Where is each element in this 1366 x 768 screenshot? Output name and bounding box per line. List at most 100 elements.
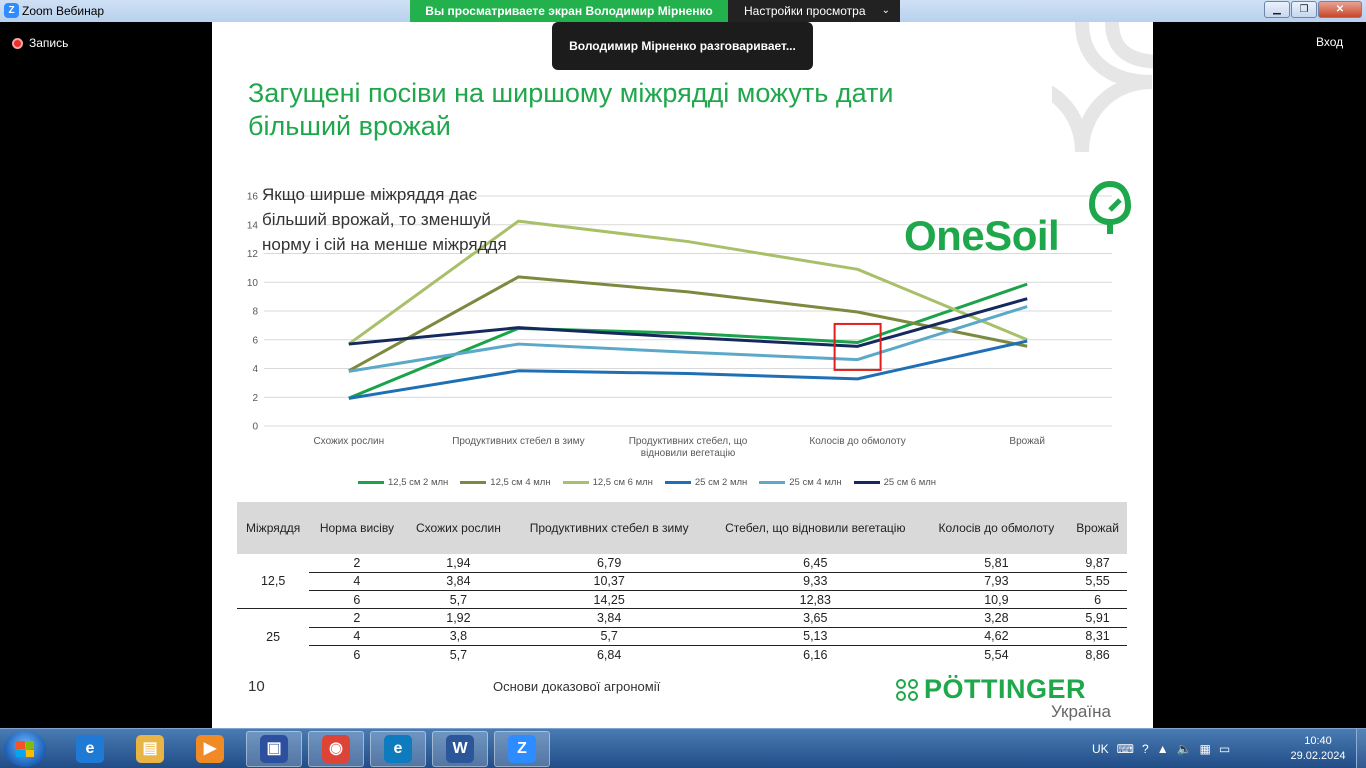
zoom-logo-icon: Z — [4, 3, 19, 18]
taskbar: e ▤ ▶ ▣ ◉ e W Z UK ⌨ ? ▲ 🔈 ▦ ▭ 10:40 29.02.2024 — [0, 728, 1366, 768]
table-header-row: Міжряддя Норма висіву Схожих рослин Продукт… — [237, 502, 1127, 554]
y-tick-label: 10 — [247, 278, 259, 289]
table-cell: 4,62 — [924, 627, 1069, 646]
close-button[interactable]: ✕ — [1318, 1, 1362, 18]
exit-button[interactable]: Вход — [1316, 35, 1343, 49]
taskbar-app-file-explorer[interactable]: ▤ — [122, 731, 178, 767]
action-center-icon[interactable]: ▭ — [1219, 742, 1230, 756]
language-indicator[interactable]: UK — [1092, 742, 1109, 756]
legend-item: 12,5 см 2 млн — [358, 475, 448, 489]
word-icon: W — [446, 735, 474, 763]
table-cell: 8,31 — [1068, 627, 1127, 646]
onesoil-leaf-icon — [1088, 181, 1132, 234]
edge-icon: e — [384, 735, 412, 763]
taskbar-app-save-disk[interactable]: ▣ — [246, 731, 302, 767]
y-tick-label: 8 — [252, 307, 258, 318]
table-cell: 5,13 — [706, 627, 925, 646]
legend-label: 12,5 см 4 млн — [490, 476, 551, 488]
legend-label: 12,5 см 6 млн — [592, 476, 653, 488]
page-number: 10 — [248, 678, 265, 695]
legend-item: 12,5 см 6 млн — [562, 475, 653, 489]
legend-label: 25 см 6 млн — [883, 476, 937, 488]
table-cell: 1,92 — [404, 608, 513, 628]
table-row: 4 3,8 5,7 5,13 4,62 8,31 — [237, 627, 1127, 646]
table-cell: 6,45 — [706, 554, 925, 573]
y-tick-label: 16 — [247, 192, 259, 203]
table-header-cell: Міжряддя — [237, 502, 310, 554]
table-header-cell: Продуктивних стебел в зиму — [512, 502, 706, 554]
record-icon — [12, 37, 23, 49]
title-bar: Z Zoom Вебинар Вы просматриваете экран В… — [0, 0, 1366, 22]
table-cell: 2 — [309, 608, 405, 628]
table-cell: 3,84 — [404, 572, 513, 592]
legend-item: 25 см 4 млн — [759, 475, 842, 489]
taskbar-app-zoom[interactable]: Z — [494, 731, 550, 767]
view-settings-button[interactable]: Настройки просмотра ⌄ — [728, 0, 900, 22]
table-cell: 10,9 — [924, 590, 1069, 610]
table-cell: 5,7 — [512, 627, 706, 646]
save-disk-icon: ▣ — [260, 735, 288, 763]
y-tick-label: 12 — [247, 249, 259, 260]
taskbar-app-word[interactable]: W — [432, 731, 488, 767]
start-button[interactable] — [4, 731, 46, 767]
chart-legend: 12,5 см 2 млн 12,5 см 4 млн 12,5 см 6 млн 2… — [358, 475, 1058, 489]
volume-icon[interactable]: 🔈 — [1177, 742, 1192, 756]
recording-indicator[interactable]: Запись — [12, 36, 68, 50]
row-spacing-cell: 25 — [266, 629, 281, 644]
legend-item: 25 см 2 млн — [664, 475, 747, 489]
table-cell: 5,81 — [924, 554, 1069, 573]
legend-item: 25 см 6 млн — [853, 475, 937, 489]
table-cell: 3,84 — [512, 608, 706, 628]
help-icon[interactable]: ? — [1142, 742, 1149, 756]
table-cell: 3,8 — [404, 627, 513, 646]
table-cell: 5,55 — [1068, 572, 1127, 592]
legend-item: 12,5 см 4 млн — [460, 475, 551, 489]
taskbar-app-edge[interactable]: e — [370, 731, 426, 767]
clock-time: 10:40 — [1304, 735, 1332, 747]
taskbar-app-media-player[interactable]: ▶ — [182, 731, 238, 767]
window-title: Zoom Вебинар — [22, 4, 105, 18]
keyboard-icon[interactable]: ⌨ — [1117, 742, 1134, 756]
legend-swatch — [460, 480, 487, 484]
taskbar-clock[interactable]: 10:40 29.02.2024 — [1290, 734, 1346, 764]
x-tick-label: Схожих рослин — [313, 436, 384, 447]
table-cell: 10,37 — [512, 572, 706, 592]
internet-explorer-icon: e — [76, 735, 104, 763]
table-cell: 3,65 — [706, 608, 925, 628]
pottinger-logo: PÖTTINGER — [896, 674, 1086, 705]
network-icon[interactable]: ▦ — [1200, 742, 1211, 756]
y-tick-label: 14 — [247, 220, 259, 231]
x-tick-label: Врожай — [1009, 436, 1045, 447]
pottinger-subtitle: Україна — [1051, 702, 1111, 721]
table-row: 6 5,7 14,25 12,83 10,9 6 — [237, 590, 1127, 610]
table-row: 25 2 1,92 3,84 3,65 3,28 5,91 — [237, 608, 1127, 644]
table-cell: 6,16 — [803, 647, 828, 662]
show-desktop-button[interactable] — [1356, 729, 1366, 768]
table-cell: 5,7 — [404, 590, 513, 610]
taskbar-app-internet-explorer[interactable]: e — [62, 731, 118, 767]
table-cell: 6 — [1068, 590, 1127, 610]
table-cell: 6,79 — [512, 554, 706, 573]
shared-slide: Загущені посіви на ширшому міжрядді можу… — [212, 22, 1153, 728]
view-settings-label: Настройки просмотра — [744, 4, 866, 18]
maximize-button[interactable]: ❐ — [1291, 1, 1317, 18]
table-header-cell: Колосів до обмолоту — [924, 502, 1069, 554]
screen-share-banner: Вы просматриваете экран Володимир Мірнен… — [410, 0, 728, 22]
tray-expand-icon[interactable]: ▲ — [1157, 742, 1169, 756]
minimize-button[interactable]: ▁ — [1264, 1, 1290, 18]
table-cell: 4 — [309, 627, 405, 646]
table-cell: 4 — [309, 572, 405, 592]
table-header-cell: Схожих рослин — [404, 502, 513, 554]
table-row: 4 3,84 10,37 9,33 7,93 5,55 — [237, 572, 1127, 592]
table-row: 6 5,7 6,84 6,16 5,54 8,86 — [237, 645, 1127, 663]
active-speaker-tooltip: Володимир Мірненко разговаривает... — [552, 22, 813, 70]
system-tray: UK ⌨ ? ▲ 🔈 ▦ ▭ — [1092, 729, 1230, 768]
legend-label: 12,5 см 2 млн — [388, 476, 449, 488]
data-table: Міжряддя Норма висіву Схожих рослин Продукт… — [237, 502, 1127, 664]
table-header-cell: Врожай — [1068, 502, 1127, 554]
pottinger-mark-icon — [896, 678, 918, 701]
table-cell: 12,83 — [706, 590, 925, 610]
taskbar-app-chrome[interactable]: ◉ — [308, 731, 364, 767]
table-cell: 6 — [309, 590, 405, 610]
table-cell: 3,28 — [924, 608, 1069, 628]
